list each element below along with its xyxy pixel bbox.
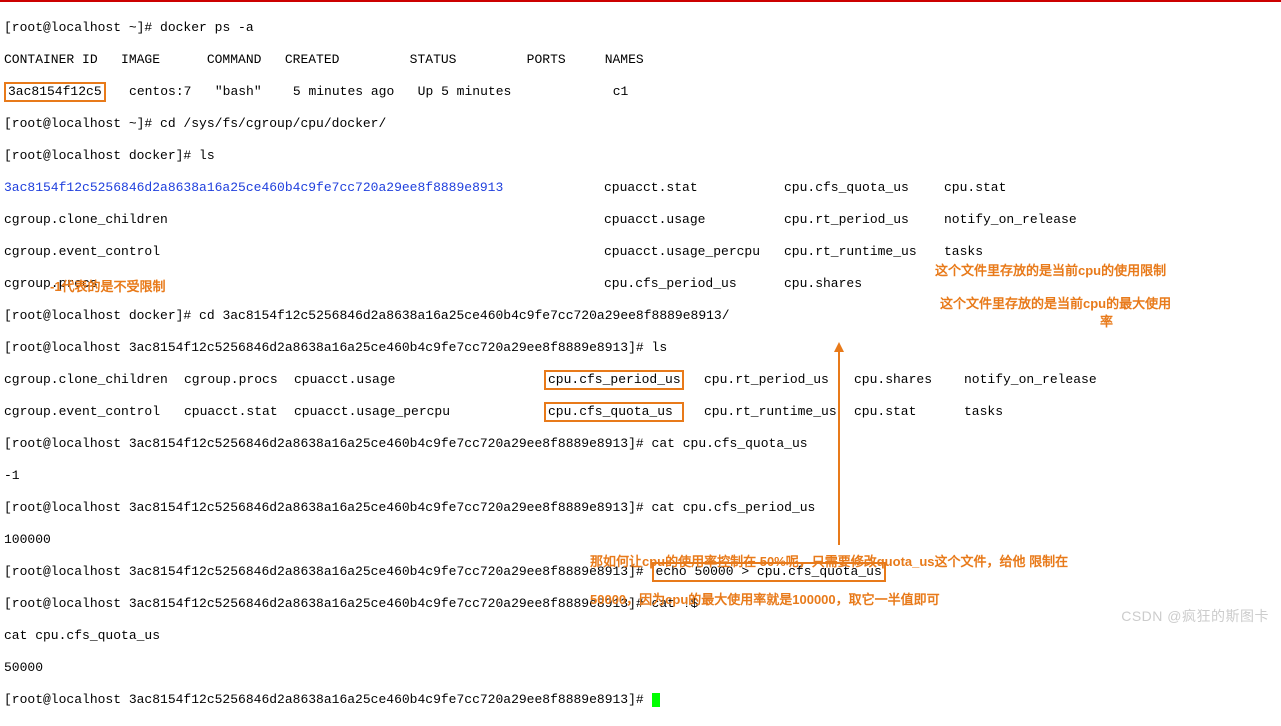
ls-file: cpu.cfs_quota_us [784,180,944,196]
ls-file: cpu.rt_runtime_us [704,404,854,420]
ls-file: cpuacct.usage_percpu [294,404,474,420]
note-minus1: -1代表的是不受限制 [50,279,166,295]
ls-file: tasks [944,244,983,260]
prompt: [root@localhost 3ac8154f12c5256846d2a863… [4,436,652,451]
output-line: cat cpu.cfs_quota_us [4,628,1277,644]
ls-file: cpu.rt_period_us [784,212,944,228]
terminal-output: [root@localhost ~]# docker ps -a CONTAIN… [0,2,1281,726]
ls-file: cpu.rt_period_us [704,372,854,388]
output-line: -1 [4,468,1277,484]
command: ls [199,148,215,163]
ls-file: cpu.stat [854,404,964,420]
prompt: [root@localhost docker]# [4,148,199,163]
ls-file: cgroup.event_control [4,244,604,260]
ls-file: cpu.cfs_period_us [604,276,784,292]
command: ls [652,340,668,355]
output-line: 100000 [4,532,1277,548]
ls-file: cgroup.procs [184,372,294,388]
ls-file: cpuacct.usage [294,372,474,388]
dir-arg: 3ac8154f12c5256846d2a8638a16a25ce460b4c9… [222,308,721,323]
ls-file: tasks [964,404,1003,420]
slash: / [722,308,730,323]
dir-hash: 3ac8154f12c5256846d2a8638a16a25ce460b4c9… [4,180,604,196]
arrow-head-icon [834,342,844,352]
command: cd [199,308,222,323]
ls-file: cpuacct.stat [604,180,784,196]
prompt: [root@localhost 3ac8154f12c5256846d2a863… [4,692,652,707]
ls-file: cgroup.event_control [4,404,184,420]
ls-file: notify_on_release [964,372,1097,388]
note-explain-2: 50000，因为cpu的最大使用率就是100000，取它一半值即可 [590,592,940,608]
ls-file: notify_on_release [944,212,1077,228]
ls-file: cgroup.clone_children [4,212,604,228]
ls-file: cpuacct.stat [184,404,294,420]
prompt: [root@localhost 3ac8154f12c5256846d2a863… [4,500,652,515]
arrow-shaft [838,350,840,545]
note-period-1: 这个文件里存放的是当前cpu的最大使用 [940,296,1171,312]
command: cat cpu.cfs_quota_us [652,436,808,451]
prompt: [root@localhost 3ac8154f12c5256846d2a863… [4,596,652,611]
command: cat cpu.cfs_period_us [652,500,816,515]
ls-file: cpu.shares [854,372,964,388]
prompt: [root@localhost ~]# [4,20,160,35]
prompt: [root@localhost 3ac8154f12c5256846d2a863… [4,564,652,579]
ls-file: cpuacct.usage [604,212,784,228]
cfs-period-box: cpu.cfs_period_us [544,370,684,390]
prompt: [root@localhost 3ac8154f12c5256846d2a863… [4,340,652,355]
ls-file: cgroup.clone_children [4,372,184,388]
output-line: 50000 [4,660,1277,676]
prompt: [root@localhost docker]# [4,308,199,323]
container-id-box: 3ac8154f12c5 [4,82,106,102]
note-period-2: 率 [1100,314,1113,330]
note-quota: 这个文件里存放的是当前cpu的使用限制 [935,263,1166,279]
cfs-quota-box: cpu.cfs_quota_us [544,402,684,422]
ls-file: cpuacct.usage_percpu [604,244,784,260]
ps-header: CONTAINER ID IMAGE COMMAND CREATED STATU… [4,52,1277,68]
note-explain-1: 那如何让cpu的使用率控制在 50%呢，只需要修改quota_us这个文件，给他… [590,554,1068,570]
ls-file: cpu.shares [784,276,862,292]
watermark: CSDN @疯狂的斯图卡 [1121,608,1269,624]
ls-file: cpu.rt_runtime_us [784,244,944,260]
ps-row-rest: centos:7 "bash" 5 minutes ago Up 5 minut… [106,84,629,99]
prompt: [root@localhost ~]# [4,116,160,131]
ls-file: cpu.stat [944,180,1006,196]
command: docker ps -a [160,20,254,35]
terminal-cursor[interactable] [652,693,660,707]
command: cd /sys/fs/cgroup/cpu/docker/ [160,116,386,131]
